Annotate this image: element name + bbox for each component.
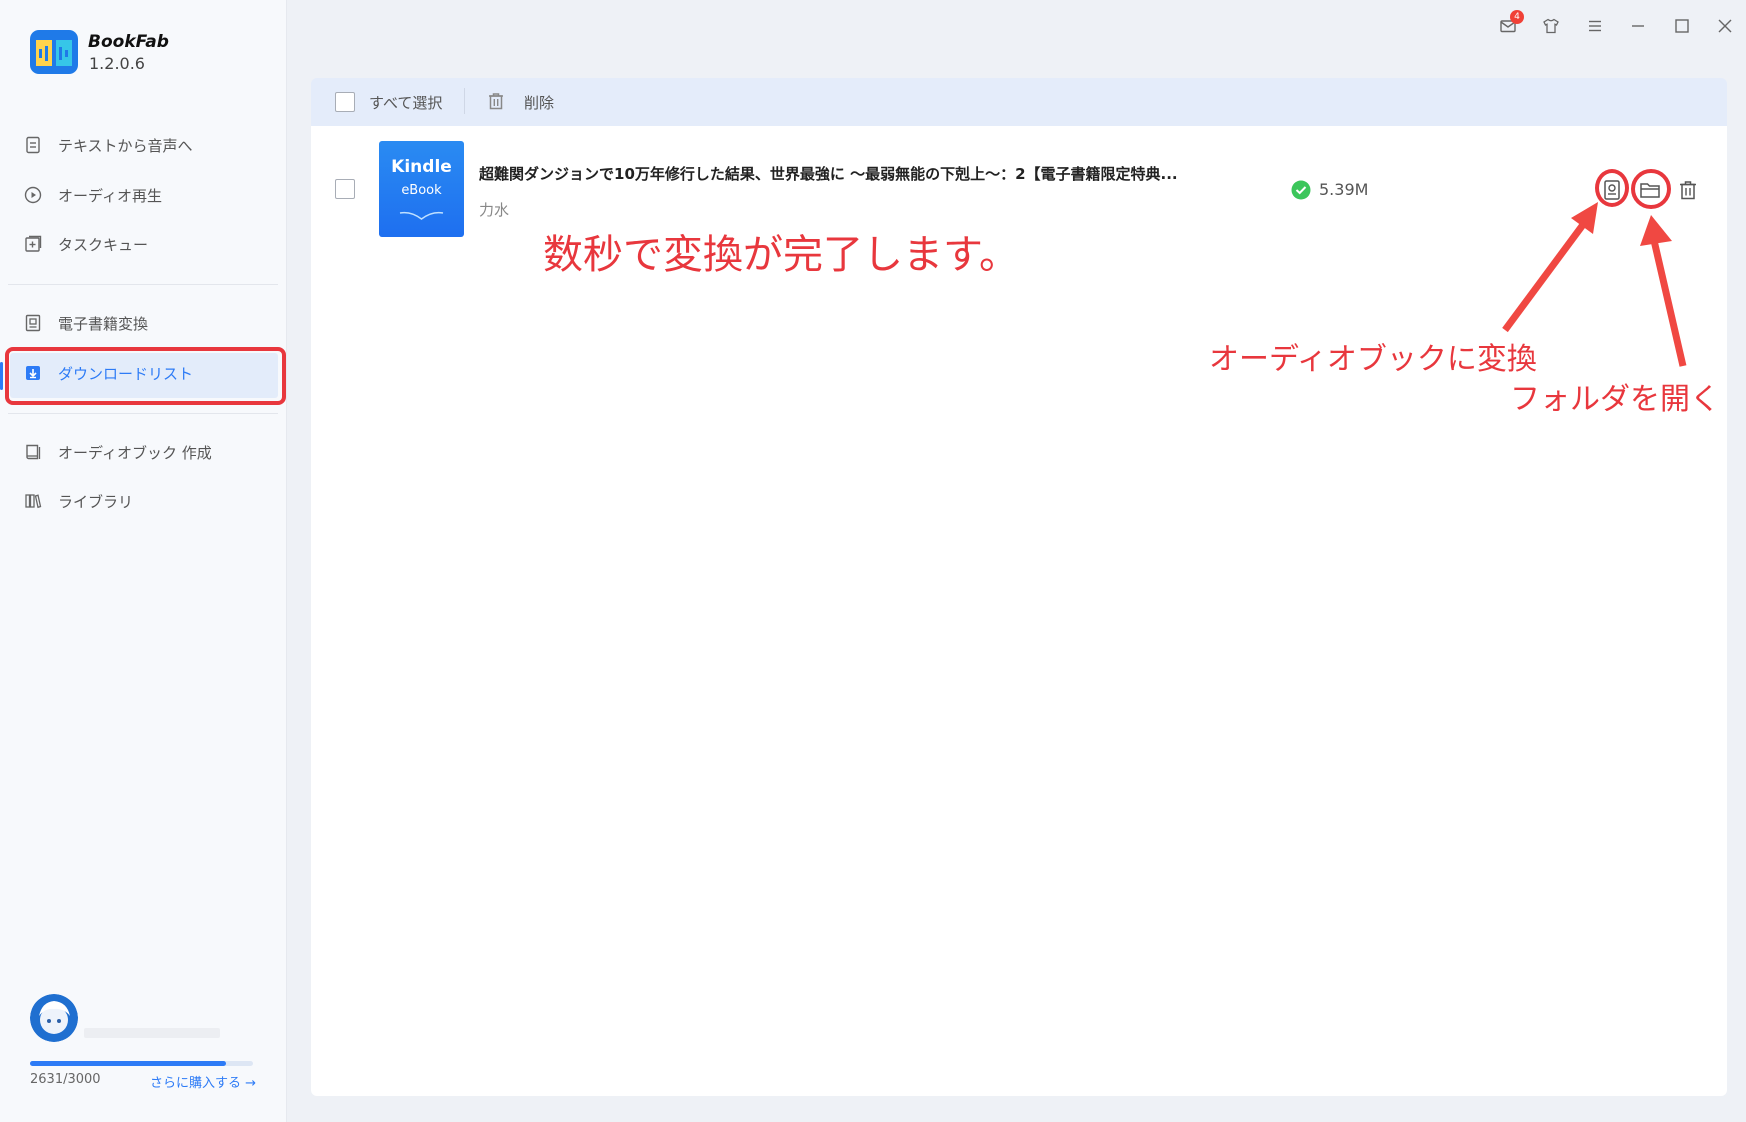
file-size: 5.39M <box>1319 180 1369 199</box>
sidebar-item-ebook-conversion[interactable]: 電子書籍変換 <box>0 298 287 348</box>
minimize-button[interactable] <box>1626 14 1650 38</box>
annotation-conversion-note: 数秒で変換が完了します。 <box>543 232 1019 278</box>
shirt-icon <box>1543 18 1559 34</box>
menu-button[interactable] <box>1583 14 1607 38</box>
check-circle-icon <box>1291 180 1311 200</box>
queue-add-icon <box>24 235 42 253</box>
app-logo-icon <box>30 30 78 74</box>
sidebar-item-label: 電子書籍変換 <box>58 314 149 333</box>
sidebar-item-label: オーディオブック 作成 <box>58 443 212 462</box>
minimize-icon <box>1632 25 1644 27</box>
library-icon <box>24 492 42 510</box>
trash-icon <box>1680 181 1696 200</box>
item-checkbox[interactable] <box>335 179 355 199</box>
sidebar-item-label: オーディオ再生 <box>58 186 162 205</box>
sidebar-item-label: テキストから音声へ <box>58 136 193 155</box>
app-version: 1.2.0.6 <box>89 54 145 73</box>
select-all-label[interactable]: すべて選択 <box>369 92 442 113</box>
quota-text: 2631/3000 <box>30 1072 101 1087</box>
toolbar-separator <box>464 88 465 114</box>
delete-label[interactable]: 削除 <box>524 92 554 113</box>
sidebar-item-library[interactable]: ライブラリ <box>0 476 287 526</box>
cover-subtitle: eBook <box>401 183 442 198</box>
sidebar: BookFab 1.2.0.6 テキストから音声へ オーディオ再生 タスクキュー… <box>0 0 287 1122</box>
download-list-panel <box>311 126 1727 1096</box>
trash-icon[interactable] <box>486 91 506 111</box>
sidebar-divider <box>8 413 278 414</box>
delete-item-button[interactable] <box>1676 178 1700 202</box>
select-all-checkbox[interactable] <box>335 92 355 112</box>
sidebar-item-task-queue[interactable]: タスクキュー <box>0 219 287 269</box>
username-redacted <box>84 1028 220 1038</box>
buy-more-link[interactable]: さらに購入する → <box>150 1072 256 1091</box>
quota-progress-bar <box>30 1061 253 1066</box>
ebook-icon <box>24 314 42 332</box>
maximize-button[interactable] <box>1670 14 1694 38</box>
quota-progress-fill <box>30 1061 226 1066</box>
close-button[interactable] <box>1713 14 1737 38</box>
open-book-icon <box>399 211 444 220</box>
mail-badge: 4 <box>1510 10 1524 24</box>
cover-title: Kindle <box>391 157 452 177</box>
annotation-folder-label: フォルダを開く <box>1510 382 1720 417</box>
sidebar-item-text-to-speech[interactable]: テキストから音声へ <box>0 120 287 170</box>
maximize-icon <box>1675 19 1689 33</box>
close-icon <box>1718 19 1732 33</box>
avatar[interactable] <box>30 994 78 1042</box>
book-cover: Kindle eBook <box>379 141 464 237</box>
sidebar-item-label: タスクキュー <box>58 235 149 254</box>
sidebar-item-audio-playback[interactable]: オーディオ再生 <box>0 170 287 220</box>
sidebar-item-audiobook-creation[interactable]: オーディオブック 作成 <box>0 427 287 477</box>
annotation-highlight-box <box>5 347 286 405</box>
document-icon <box>24 136 42 154</box>
hamburger-menu-icon <box>1589 20 1601 32</box>
annotation-ring-convert <box>1595 169 1629 207</box>
book-title: 超難関ダンジョンで10万年修行した結果、世界最強に ～最弱無能の下剋上～：2【電… <box>479 165 1178 183</box>
annotation-convert-label: オーディオブックに変換 <box>1209 342 1537 377</box>
skin-button[interactable] <box>1539 14 1563 38</box>
sidebar-divider <box>8 284 278 285</box>
app-name: BookFab <box>88 32 169 52</box>
play-circle-icon <box>24 186 42 204</box>
annotation-ring-folder <box>1631 169 1671 209</box>
book-icon <box>24 443 42 461</box>
sidebar-item-label: ライブラリ <box>58 492 134 511</box>
book-author: 力水 <box>479 201 510 219</box>
